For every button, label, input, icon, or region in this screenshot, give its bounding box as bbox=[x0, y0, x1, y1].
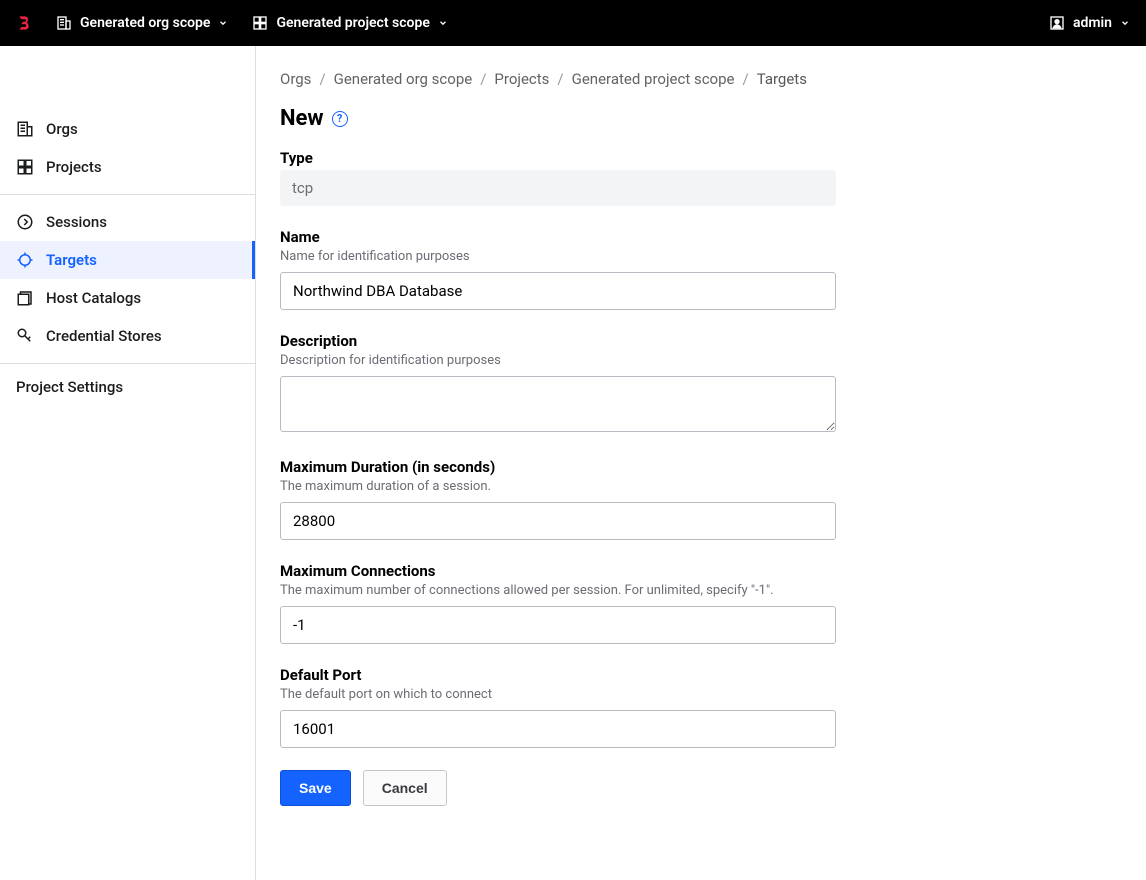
targets-icon bbox=[16, 251, 34, 269]
boundary-logo-icon bbox=[16, 15, 32, 31]
breadcrumb-separator: / bbox=[743, 70, 749, 88]
sidebar-item-label: Projects bbox=[46, 158, 102, 176]
field-help: Name for identification purposes bbox=[280, 249, 836, 264]
sidebar-item-credential-stores[interactable]: Credential Stores bbox=[0, 317, 255, 355]
sidebar-item-label: Targets bbox=[46, 251, 97, 269]
user-label: admin bbox=[1073, 15, 1112, 31]
max-connections-input[interactable] bbox=[280, 606, 836, 644]
field-label: Maximum Duration (in seconds) bbox=[280, 458, 836, 476]
user-menu[interactable]: admin bbox=[1049, 15, 1130, 31]
chevron-down-icon bbox=[1120, 18, 1130, 28]
field-max-connections: Maximum Connections The maximum number o… bbox=[280, 562, 836, 644]
field-description: Description Description for identificati… bbox=[280, 332, 836, 436]
field-type: Type tcp bbox=[280, 149, 836, 206]
crumb-org-scope[interactable]: Generated org scope bbox=[334, 70, 473, 88]
project-icon bbox=[16, 158, 34, 176]
chevron-down-icon bbox=[438, 18, 448, 28]
field-help: The maximum number of connections allowe… bbox=[280, 583, 836, 598]
sessions-icon bbox=[16, 213, 34, 231]
chevron-down-icon bbox=[218, 18, 228, 28]
field-label: Description bbox=[280, 332, 836, 350]
sidebar-item-label: Host Catalogs bbox=[46, 289, 141, 307]
field-help: Description for identification purposes bbox=[280, 353, 836, 368]
sidebar-item-label: Sessions bbox=[46, 213, 107, 231]
sidebar-item-projects[interactable]: Projects bbox=[0, 148, 255, 186]
field-help: The default port on which to connect bbox=[280, 687, 836, 702]
sidebar-item-label: Project Settings bbox=[16, 378, 123, 396]
sidebar-item-label: Orgs bbox=[46, 120, 78, 138]
crumb-targets: Targets bbox=[757, 70, 807, 88]
breadcrumb-separator: / bbox=[319, 70, 325, 88]
type-readonly: tcp bbox=[280, 170, 836, 206]
crumb-projects[interactable]: Projects bbox=[494, 70, 549, 88]
project-icon bbox=[252, 15, 268, 31]
field-label: Maximum Connections bbox=[280, 562, 836, 580]
cancel-button[interactable]: Cancel bbox=[363, 770, 447, 806]
field-default-port: Default Port The default port on which t… bbox=[280, 666, 836, 748]
user-icon bbox=[1049, 15, 1065, 31]
org-scope-switcher[interactable]: Generated org scope bbox=[56, 15, 228, 31]
field-max-duration: Maximum Duration (in seconds) The maximu… bbox=[280, 458, 836, 540]
sidebar-item-host-catalogs[interactable]: Host Catalogs bbox=[0, 279, 255, 317]
default-port-input[interactable] bbox=[280, 710, 836, 748]
breadcrumb-separator: / bbox=[557, 70, 563, 88]
field-name: Name Name for identification purposes bbox=[280, 228, 836, 310]
page-title: New bbox=[280, 106, 324, 131]
name-input[interactable] bbox=[280, 272, 836, 310]
topbar: Generated org scope Generated project sc… bbox=[0, 0, 1146, 46]
credential-stores-icon bbox=[16, 327, 34, 345]
field-label: Name bbox=[280, 228, 836, 246]
max-duration-input[interactable] bbox=[280, 502, 836, 540]
save-button[interactable]: Save bbox=[280, 770, 351, 806]
crumb-project-scope[interactable]: Generated project scope bbox=[572, 70, 735, 88]
breadcrumb-separator: / bbox=[480, 70, 486, 88]
description-input[interactable] bbox=[280, 376, 836, 432]
project-scope-label: Generated project scope bbox=[276, 15, 429, 31]
org-scope-label: Generated org scope bbox=[80, 15, 210, 31]
sidebar-item-targets[interactable]: Targets bbox=[0, 241, 255, 279]
sidebar-item-sessions[interactable]: Sessions bbox=[0, 203, 255, 241]
sidebar-item-orgs[interactable]: Orgs bbox=[0, 110, 255, 148]
org-icon bbox=[16, 120, 34, 138]
help-icon[interactable]: ? bbox=[332, 111, 348, 127]
field-help: The maximum duration of a session. bbox=[280, 479, 836, 494]
project-scope-switcher[interactable]: Generated project scope bbox=[252, 15, 447, 31]
main-content: Orgs / Generated org scope / Projects / … bbox=[256, 46, 1146, 880]
sidebar-item-label: Credential Stores bbox=[46, 327, 162, 345]
host-catalogs-icon bbox=[16, 289, 34, 307]
field-label: Default Port bbox=[280, 666, 836, 684]
org-icon bbox=[56, 15, 72, 31]
sidebar: Orgs Projects Sessions Targets bbox=[0, 46, 256, 880]
sidebar-project-settings[interactable]: Project Settings bbox=[0, 364, 255, 410]
breadcrumb: Orgs / Generated org scope / Projects / … bbox=[280, 70, 1122, 88]
field-label: Type bbox=[280, 149, 836, 167]
crumb-orgs[interactable]: Orgs bbox=[280, 70, 311, 88]
